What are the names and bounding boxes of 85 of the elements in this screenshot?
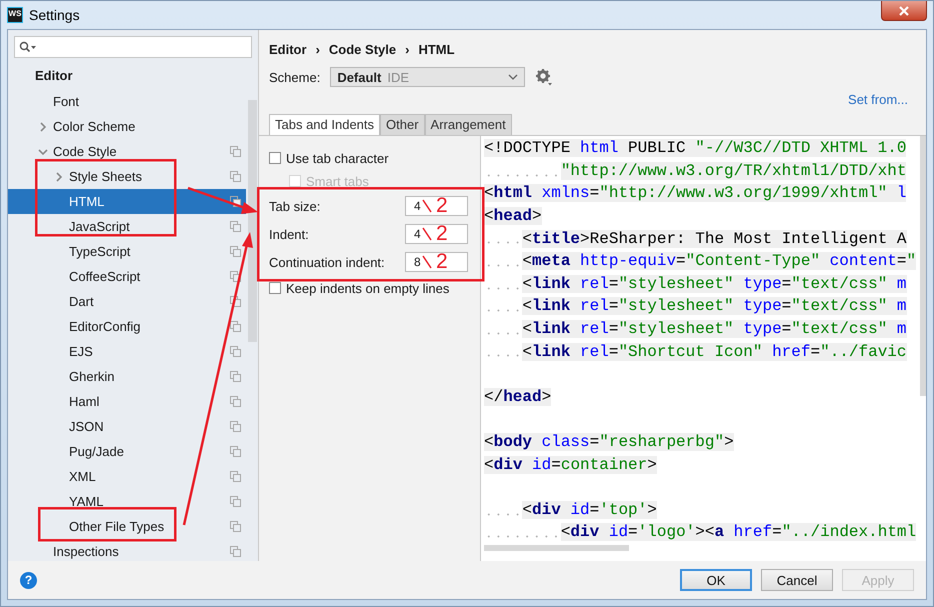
dialog-button[interactable]: OK: [680, 569, 752, 591]
field-label: Indent:: [269, 226, 309, 242]
field-label: Tab size:: [269, 198, 320, 214]
tree-item-label: CoffeeScript: [69, 269, 140, 284]
tree-item-label: Font: [53, 94, 80, 109]
breadcrumb-separator: ›: [316, 42, 320, 56]
tree-item[interactable]: Editor: [8, 62, 246, 89]
strike-mark: [422, 226, 432, 242]
tree-item[interactable]: TypeScript: [8, 239, 246, 264]
tree-item-label: Editor: [35, 68, 73, 83]
tree-item[interactable]: Other File Types: [8, 514, 246, 539]
number-field[interactable]: 4 2: [405, 196, 468, 216]
close-button[interactable]: [881, 1, 927, 21]
tree-item[interactable]: Color Scheme: [8, 114, 246, 139]
tab[interactable]: Other: [380, 114, 425, 135]
breadcrumb-item[interactable]: HTML: [418, 42, 455, 56]
checkbox[interactable]: [269, 152, 281, 164]
scrollbar-thumb[interactable]: [920, 136, 926, 396]
close-icon: [898, 6, 910, 16]
field-label: Continuation indent:: [269, 254, 385, 270]
help-icon[interactable]: ?: [20, 572, 37, 588]
scrollbar-thumb[interactable]: [248, 100, 257, 342]
tree-item-label: TypeScript: [69, 244, 130, 259]
strike-mark: [422, 254, 432, 270]
scheme-label: Scheme:: [269, 70, 320, 84]
tree-item-label: JavaScript: [69, 219, 130, 234]
tree-item-label: Inspections: [53, 544, 119, 559]
scrollbar-thumb[interactable]: [484, 544, 629, 551]
tree-item-label: JSON: [69, 419, 104, 434]
handwritten-number: 2: [436, 250, 448, 274]
checkbox[interactable]: [269, 282, 281, 294]
tree-item[interactable]: Inspections: [8, 539, 246, 561]
chevron-down-icon[interactable]: [38, 146, 48, 156]
tree-item-label: Dart: [69, 294, 94, 309]
checkbox-label: Smart tabs: [306, 174, 369, 188]
checkbox-label: Use tab character: [286, 150, 389, 166]
number-field[interactable]: 4 2: [405, 224, 468, 244]
number-field[interactable]: 8 2: [405, 252, 468, 272]
tree-item[interactable]: Pug/Jade: [8, 439, 246, 464]
tree-item-label: Pug/Jade: [69, 444, 124, 459]
tree-item-label: HTML: [69, 194, 104, 209]
tree-item-label: YAML: [69, 494, 104, 509]
tree-item[interactable]: JavaScript: [8, 214, 246, 239]
handwritten-number: 2: [436, 194, 448, 218]
tree-item-label: Code Style: [53, 144, 117, 159]
tree-item[interactable]: Font: [8, 89, 246, 114]
caret-icon: [508, 74, 518, 80]
tree-item[interactable]: Code Style: [8, 139, 246, 164]
tree-item[interactable]: YAML: [8, 489, 246, 514]
breadcrumb-separator: ›: [405, 42, 410, 56]
tree-item-label: Color Scheme: [53, 119, 136, 134]
gear-icon[interactable]: [535, 68, 554, 86]
tab[interactable]: Arrangement: [424, 114, 512, 135]
checkbox-label: Keep indents on empty lines: [286, 280, 450, 296]
breadcrumb-item[interactable]: Editor: [269, 42, 307, 56]
tree-item-label: Style Sheets: [69, 169, 142, 184]
tree-item[interactable]: HTML: [8, 189, 246, 214]
tree-item[interactable]: JSON: [8, 414, 246, 439]
strike-mark: [422, 198, 432, 214]
tab[interactable]: Tabs and Indents: [269, 114, 380, 135]
handwritten-number: 2: [436, 222, 448, 246]
tree-item[interactable]: XML: [8, 464, 246, 489]
tree-item[interactable]: EditorConfig: [8, 314, 246, 339]
tree-item[interactable]: Dart: [8, 289, 246, 314]
tree-item-label: XML: [69, 469, 96, 484]
chevron-right-icon[interactable]: [38, 122, 48, 132]
tree-item[interactable]: Haml: [8, 389, 246, 414]
tree-item-label: Other File Types: [69, 519, 164, 534]
tree-item[interactable]: CoffeeScript: [8, 264, 246, 289]
tree-item[interactable]: EJS: [8, 339, 246, 364]
breadcrumb-item[interactable]: Code Style: [328, 42, 396, 56]
tree-item-label: Gherkin: [69, 369, 115, 384]
search-icon[interactable]: [19, 41, 37, 53]
window-title: Settings: [29, 7, 80, 23]
set-from-link[interactable]: Set from...: [848, 92, 908, 108]
tree-item-label: Haml: [69, 394, 100, 409]
chevron-right-icon[interactable]: [54, 172, 64, 182]
scheme-dropdown[interactable]: Default IDE: [330, 67, 526, 87]
tree-item[interactable]: Gherkin: [8, 364, 246, 389]
tree-item[interactable]: Style Sheets: [8, 164, 246, 189]
tree-item-label: EditorConfig: [69, 319, 141, 334]
dialog-button[interactable]: Cancel: [761, 569, 833, 591]
app-logo: WS: [7, 7, 23, 23]
tree-item-label: EJS: [69, 344, 93, 359]
search-field[interactable]: [14, 36, 252, 58]
